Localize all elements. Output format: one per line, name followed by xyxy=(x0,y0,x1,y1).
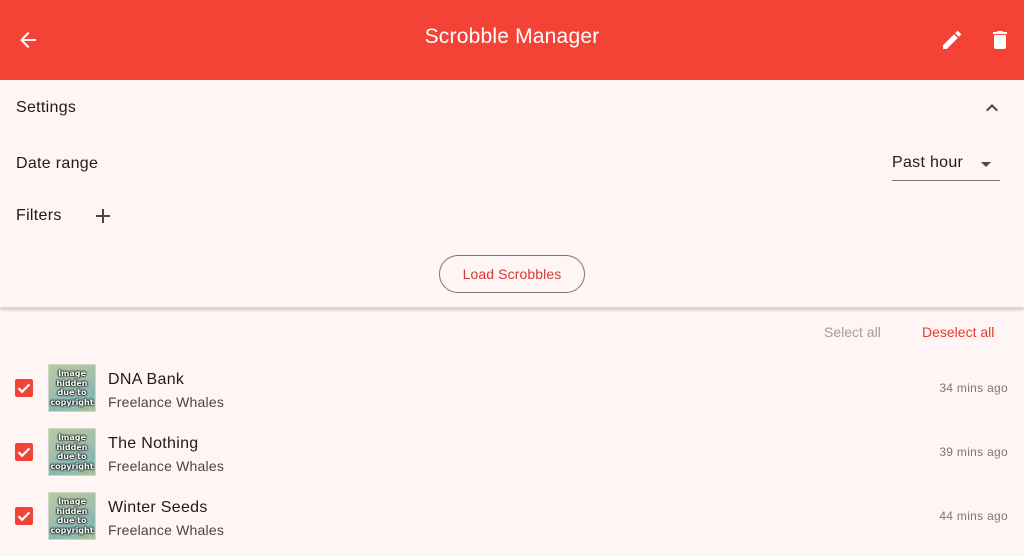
filters-label: Filters xyxy=(16,207,62,224)
album-art-placeholder-text: Image hidden due to copyright xyxy=(50,497,94,535)
checkbox[interactable] xyxy=(15,507,33,525)
date-range-value: Past hour xyxy=(892,154,964,171)
date-range-label: Date range xyxy=(16,155,99,172)
dropdown-arrow-icon xyxy=(981,162,991,167)
scrobble-row[interactable]: Image hidden due to copyright Winter See… xyxy=(0,492,1024,556)
page-title: Scrobble Manager xyxy=(424,25,600,48)
artist-name: Freelance Whales xyxy=(108,458,225,474)
checkmark-icon xyxy=(17,447,31,458)
track-title: The Nothing xyxy=(108,435,199,452)
trash-icon[interactable] xyxy=(988,28,1012,52)
app-bar: Scrobble Manager xyxy=(0,0,1024,80)
date-range-dropdown[interactable]: Past hour xyxy=(892,150,1000,181)
track-title: Winter Seeds xyxy=(108,499,208,516)
plus-icon[interactable] xyxy=(91,204,115,228)
scrobble-time: 44 mins ago xyxy=(939,509,1008,523)
artist-name: Freelance Whales xyxy=(108,522,225,538)
track-title: DNA Bank xyxy=(108,371,185,388)
checkbox[interactable] xyxy=(15,379,33,397)
settings-panel: Settings Date range Past hour Filters Lo… xyxy=(0,80,1024,308)
checkbox[interactable] xyxy=(15,443,33,461)
album-art-placeholder-text: Image hidden due to copyright xyxy=(50,433,94,471)
deselect-all-button[interactable]: Deselect all xyxy=(922,324,994,340)
settings-header[interactable]: Settings xyxy=(16,98,76,118)
album-art: Image hidden due to copyright xyxy=(48,492,96,540)
checkmark-icon xyxy=(17,383,31,394)
artist-name: Freelance Whales xyxy=(108,394,225,410)
album-art: Image hidden due to copyright xyxy=(48,428,96,476)
select-all-button[interactable]: Select all xyxy=(824,324,881,340)
scrobble-row[interactable]: Image hidden due to copyright The Nothin… xyxy=(0,428,1024,492)
album-art-placeholder-text: Image hidden due to copyright xyxy=(50,369,94,407)
album-art: Image hidden due to copyright xyxy=(48,364,96,412)
load-scrobbles-button[interactable]: Load Scrobbles xyxy=(439,255,585,293)
checkmark-icon xyxy=(17,511,31,522)
chevron-up-icon[interactable] xyxy=(980,96,1004,120)
scrobble-time: 39 mins ago xyxy=(939,445,1008,459)
scrobble-time: 34 mins ago xyxy=(939,381,1008,395)
scrobble-row[interactable]: Image hidden due to copyright DNA Bank F… xyxy=(0,364,1024,428)
pencil-icon[interactable] xyxy=(940,28,964,52)
